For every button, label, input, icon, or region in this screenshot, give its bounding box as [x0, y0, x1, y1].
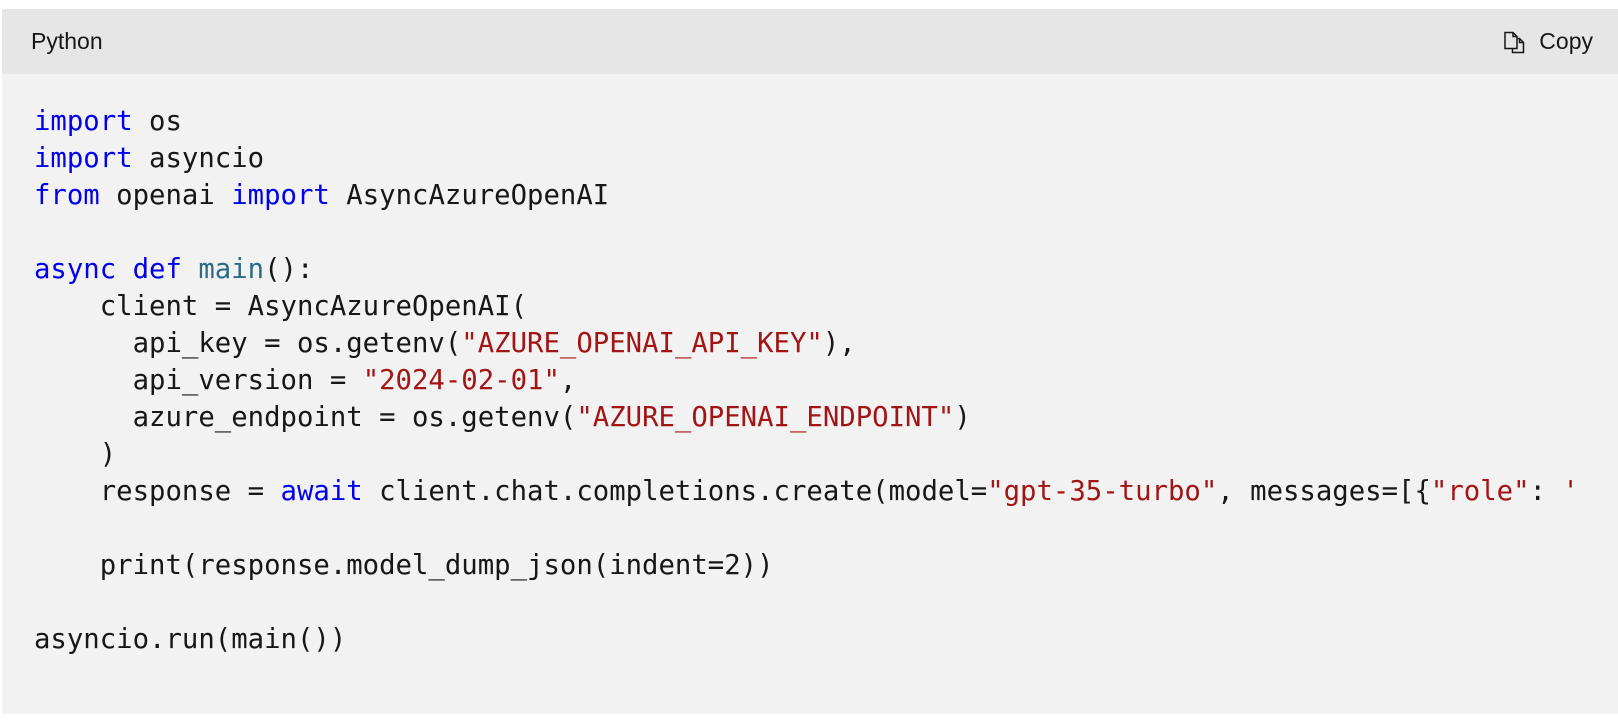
copy-button[interactable]: Copy: [1501, 9, 1593, 74]
code-text-token: ),: [822, 328, 856, 359]
keyword-token: import: [34, 143, 133, 174]
code-text-token: asyncio.run(main()): [34, 624, 347, 655]
code-text-token: asyncio: [132, 143, 265, 174]
string-token: ': [1562, 476, 1579, 507]
code-content: import os import asyncio from openai impor…: [34, 103, 1579, 658]
copy-button-label: Copy: [1539, 28, 1593, 54]
string-token: "2024-02-01": [362, 365, 560, 396]
code-text-token: ): [34, 439, 117, 470]
code-line: client = AsyncAzureOpenAI(: [34, 288, 1579, 325]
string-token: "AZURE_OPENAI_ENDPOINT": [576, 402, 955, 433]
code-line: import os: [34, 103, 1579, 140]
code-text-token: print(response.model_dump_json(indent=2)…: [34, 550, 774, 581]
code-text-token: os: [132, 106, 182, 137]
code-line: ): [34, 436, 1579, 473]
code-text-token: api_key = os.getenv(: [34, 328, 462, 359]
keyword-token: async: [34, 254, 117, 285]
code-text-token: client = AsyncAzureOpenAI(: [34, 291, 528, 322]
code-text-token: openai: [99, 180, 232, 211]
code-text-token: api_version =: [34, 365, 363, 396]
code-line: asyncio.run(main()): [34, 621, 1579, 658]
code-text-token: , messages=[{: [1217, 476, 1431, 507]
code-line: azure_endpoint = os.getenv("AZURE_OPENAI…: [34, 399, 1579, 436]
code-text-token: client.chat.completions.create(model=: [362, 476, 988, 507]
code-text-token: response =: [34, 476, 281, 507]
code-block: Python Copy import os import asyncio from …: [2, 9, 1618, 714]
language-label: Python: [31, 28, 103, 54]
code-text-token: :: [1529, 476, 1563, 507]
keyword-token: import: [34, 106, 133, 137]
code-line: async def main():: [34, 251, 1579, 288]
string-token: "gpt-35-turbo": [987, 476, 1218, 507]
code-text-token: ,: [559, 365, 577, 396]
copy-icon: [1501, 29, 1527, 55]
code-text-token: ): [954, 402, 971, 433]
code-line: import asyncio: [34, 140, 1579, 177]
code-line: from openai import AsyncAzureOpenAI: [34, 177, 1579, 214]
code-block-header: Python Copy: [2, 9, 1618, 74]
keyword-token: import: [231, 180, 330, 211]
keyword-token: from: [34, 180, 100, 211]
keyword-token: def: [132, 254, 182, 285]
function-name-token: main: [198, 254, 265, 285]
code-line: api_key = os.getenv("AZURE_OPENAI_API_KE…: [34, 325, 1579, 362]
string-token: "role": [1430, 476, 1530, 507]
code-text-token: ():: [264, 254, 314, 285]
code-text-token: azure_endpoint = os.getenv(: [34, 402, 577, 433]
code-line: print(response.model_dump_json(indent=2)…: [34, 547, 1579, 584]
code-line: response = await client.chat.completions…: [34, 473, 1579, 510]
string-token: "AZURE_OPENAI_API_KEY": [461, 328, 823, 359]
code-text-token: AsyncAzureOpenAI: [329, 180, 610, 211]
code-line: api_version = "2024-02-01",: [34, 362, 1579, 399]
keyword-token: await: [280, 476, 363, 507]
